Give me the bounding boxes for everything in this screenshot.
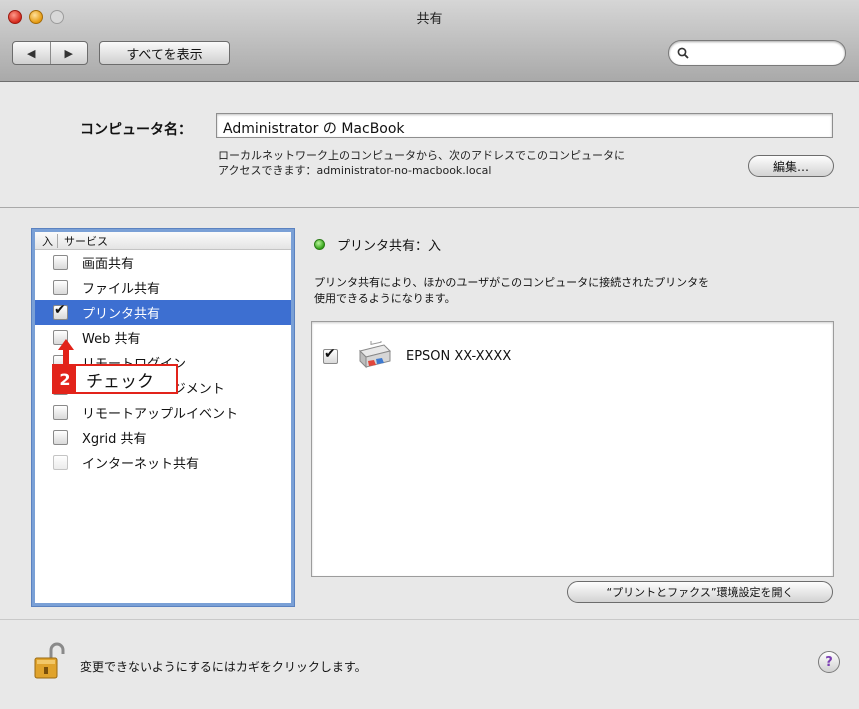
service-checkbox[interactable] <box>53 255 68 270</box>
search-field[interactable] <box>668 40 846 66</box>
printer-name: EPSON XX-XXXX <box>406 348 512 364</box>
service-checkbox[interactable] <box>53 280 68 295</box>
printer-row[interactable]: EPSON XX-XXXX <box>323 341 511 371</box>
computer-name-section: コンピュータ名： Administrator の MacBook ローカルネット… <box>0 83 859 208</box>
service-row[interactable]: 画面共有 <box>35 250 291 275</box>
printer-icon <box>359 341 391 369</box>
back-button[interactable]: ◀ <box>13 42 50 64</box>
service-list-header: 入 サービス <box>35 232 291 250</box>
search-icon <box>677 47 689 59</box>
service-row[interactable]: Xgrid 共有 <box>35 425 291 450</box>
column-header-on[interactable]: 入 <box>35 233 57 249</box>
back-forward-buttons: ◀ ▶ <box>12 41 88 65</box>
lock-message: 変更できないようにするにはカギをクリックします。 <box>80 660 367 674</box>
service-label: 画面共有 <box>82 257 135 272</box>
forward-button[interactable]: ▶ <box>49 42 88 64</box>
service-checkbox[interactable] <box>53 455 68 470</box>
help-button[interactable]: ? <box>818 651 840 673</box>
annotation-step-number: 2 <box>54 366 76 392</box>
service-label: Xgrid 共有 <box>82 432 147 447</box>
service-label: Web 共有 <box>82 332 141 347</box>
annotation-arrow-icon <box>58 339 74 367</box>
annotation-text: チェック <box>86 371 154 392</box>
service-row[interactable]: リモートアップルイベント <box>35 400 291 425</box>
footer-bar: 変更できないようにするにはカギをクリックします。 ? <box>0 619 859 709</box>
back-icon: ◀ <box>27 46 36 60</box>
service-desc-line2: 使用できるようになります。 <box>314 292 456 305</box>
help-icon: ? <box>825 654 833 670</box>
address-desc-line2: アクセスできます：administrator-no-macbook.local <box>218 164 492 177</box>
window-title: 共有 <box>416 12 443 27</box>
service-label: インターネット共有 <box>82 457 200 472</box>
forward-icon: ▶ <box>64 46 73 60</box>
column-divider <box>57 233 58 248</box>
open-print-fax-prefs-button[interactable]: “プリントとファクス”環境設定を開く <box>567 581 833 603</box>
column-header-service[interactable]: サービス <box>64 233 108 249</box>
service-desc-line1: プリンタ共有により、ほかのユーザがこのコンピュータに接続されたプリンタを <box>314 276 710 289</box>
service-status: プリンタ共有：入 <box>314 235 441 254</box>
printer-list: EPSON XX-XXXX <box>311 321 834 577</box>
window-toolbar: 共有 ◀ ▶ すべてを表示 <box>0 0 859 82</box>
service-list[interactable]: 入 サービス 画面共有ファイル共有プリンタ共有Web 共有リモートログインリモー… <box>32 229 294 606</box>
service-label: ファイル共有 <box>82 282 161 297</box>
edit-button[interactable]: 編集… <box>748 155 834 177</box>
service-row[interactable]: ファイル共有 <box>35 275 291 300</box>
service-status-text: プリンタ共有：入 <box>337 239 442 254</box>
status-on-icon <box>314 239 325 250</box>
unlocked-lock-icon[interactable] <box>33 642 65 680</box>
computer-name-field[interactable]: Administrator の MacBook <box>216 113 833 138</box>
service-label: リモートアップルイベント <box>82 407 239 422</box>
printer-checkbox[interactable] <box>323 346 338 364</box>
service-checkbox[interactable] <box>53 405 68 420</box>
sharing-main-pane: 入 サービス 画面共有ファイル共有プリンタ共有Web 共有リモートログインリモー… <box>0 209 859 619</box>
service-label: プリンタ共有 <box>82 307 161 322</box>
address-desc-line1: ローカルネットワーク上のコンピュータから、次のアドレスでこのコンピュータに <box>218 149 625 162</box>
service-checkbox[interactable] <box>53 302 68 320</box>
annotation-callout: 2 チェック <box>52 364 178 394</box>
service-description: プリンタ共有により、ほかのユーザがこのコンピュータに接続されたプリンタを 使用で… <box>314 275 834 307</box>
show-all-button[interactable]: すべてを表示 <box>99 41 230 65</box>
service-checkbox[interactable] <box>53 430 68 445</box>
service-row[interactable]: インターネット共有 <box>35 450 291 475</box>
computer-name-label: コンピュータ名： <box>80 122 192 138</box>
service-row[interactable]: プリンタ共有 <box>35 300 291 325</box>
computer-address-description: ローカルネットワーク上のコンピュータから、次のアドレスでこのコンピュータに アク… <box>218 148 625 178</box>
